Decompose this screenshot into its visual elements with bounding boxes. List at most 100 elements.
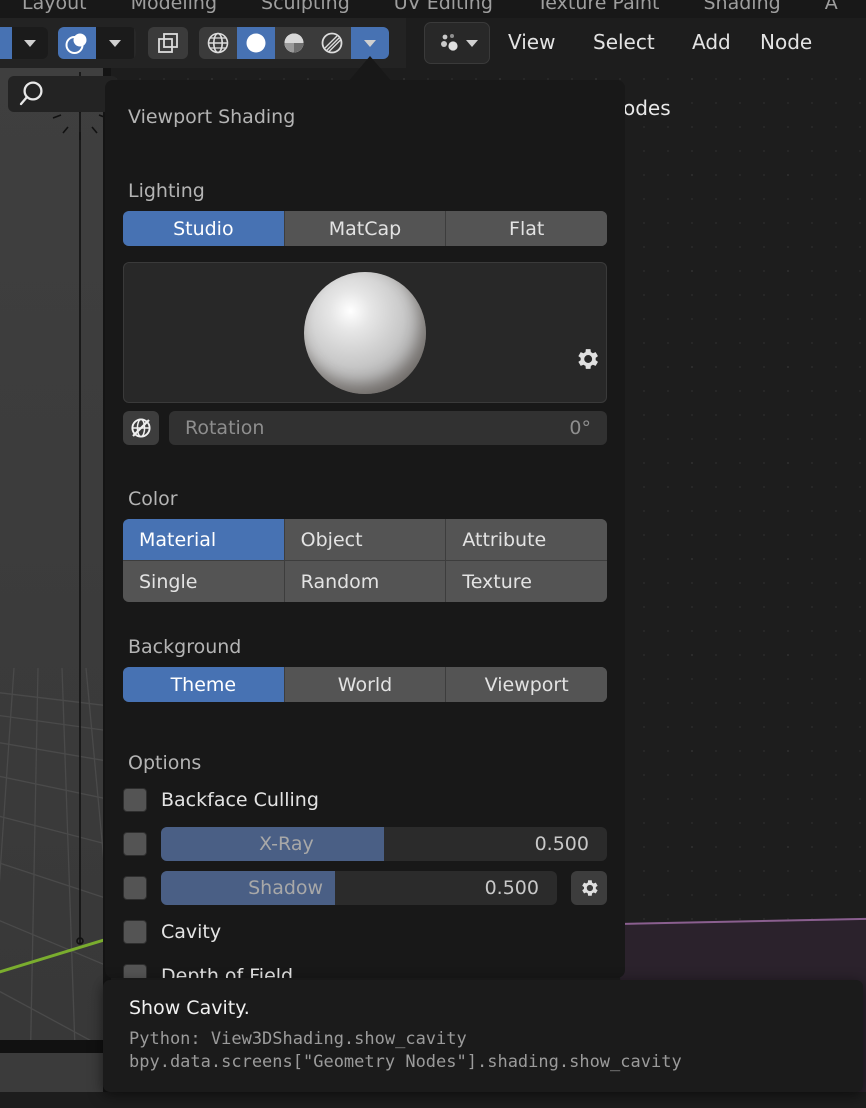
lighting-section-label: Lighting xyxy=(128,180,205,202)
backface-culling-checkbox[interactable] xyxy=(123,788,147,812)
rotation-value: 0° xyxy=(569,417,591,439)
depth-of-field-label: Depth of Field xyxy=(161,965,294,978)
world-space-toggle[interactable] xyxy=(123,411,159,445)
workspace-tab-modeling[interactable]: Modeling xyxy=(109,0,239,16)
background-option-world[interactable]: World xyxy=(284,667,447,702)
viewport-3d[interactable] xyxy=(0,68,103,1053)
chevron-down-icon xyxy=(24,39,36,47)
shadow-row[interactable]: Shadow 0.500 xyxy=(123,871,607,905)
xray-value: 0.500 xyxy=(534,833,589,855)
color-options[interactable]: Material Object Attribute Single Random … xyxy=(123,519,607,602)
color-option-single[interactable]: Single xyxy=(123,561,284,602)
solid-sphere-icon xyxy=(246,33,266,53)
node-editor-type-selector[interactable] xyxy=(424,22,490,64)
shading-dropdown-button[interactable] xyxy=(351,27,389,59)
bottom-bar xyxy=(0,1092,866,1108)
tooltip-python-line-1: Python: View3DShading.show_cavity xyxy=(129,1029,467,1049)
color-option-material[interactable]: Material xyxy=(123,519,284,560)
color-option-object[interactable]: Object xyxy=(284,519,446,560)
color-option-attribute[interactable]: Attribute xyxy=(446,519,607,560)
shading-mode-solid[interactable] xyxy=(237,27,275,59)
background-option-theme[interactable]: Theme xyxy=(123,667,285,702)
popup-pointer xyxy=(348,56,392,82)
options-section-label: Options xyxy=(128,752,202,774)
studio-light-settings-button[interactable] xyxy=(573,345,601,378)
lighting-option-flat[interactable]: Flat xyxy=(446,211,607,246)
object-mode-glyph xyxy=(65,33,87,54)
shadow-settings-button[interactable] xyxy=(571,871,607,905)
pivot-glyph xyxy=(158,33,178,53)
depth-of-field-row[interactable]: Depth of Field xyxy=(123,959,607,978)
xray-checkbox[interactable] xyxy=(123,832,147,856)
workspace-tab-texture-paint[interactable]: Texture Paint xyxy=(515,0,682,16)
tooltip: Show Cavity. Python: View3DShading.show_… xyxy=(103,980,863,1092)
background-options[interactable]: Theme World Viewport xyxy=(123,667,607,702)
lighting-options[interactable]: Studio MatCap Flat xyxy=(123,211,607,246)
editor-type-icon[interactable] xyxy=(0,27,12,59)
menu-select[interactable]: Select xyxy=(593,30,655,54)
viewport-grid xyxy=(0,68,103,1053)
viewport-divider xyxy=(0,1040,103,1053)
color-option-texture[interactable]: Texture xyxy=(446,561,607,602)
wireframe-icon xyxy=(207,32,229,54)
shading-mode-rendered[interactable] xyxy=(313,27,351,59)
transform-pivot-icon[interactable] xyxy=(148,27,188,59)
cavity-row[interactable]: Cavity xyxy=(123,915,607,949)
menu-add[interactable]: Add xyxy=(692,30,731,54)
menu-node[interactable]: Node xyxy=(760,30,812,54)
studio-light-sphere-icon xyxy=(304,271,426,394)
shadow-checkbox[interactable] xyxy=(123,876,147,900)
geometry-nodes-icon xyxy=(440,34,458,51)
xray-row[interactable]: X-Ray 0.500 xyxy=(123,827,607,861)
chevron-down-icon xyxy=(465,39,478,47)
gear-icon xyxy=(578,349,598,369)
studio-light-preview[interactable] xyxy=(123,262,607,403)
rotation-label: Rotation xyxy=(185,417,265,439)
object-mode-chevron[interactable] xyxy=(96,27,134,59)
color-option-random[interactable]: Random xyxy=(284,561,446,602)
lighting-option-studio[interactable]: Studio xyxy=(123,211,285,246)
workspace-tab-animation[interactable]: A xyxy=(803,0,860,16)
viewport-shading-popup[interactable]: Viewport Shading Lighting Studio MatCap … xyxy=(105,80,625,978)
shading-mode-group[interactable] xyxy=(199,27,389,59)
lighting-option-matcap[interactable]: MatCap xyxy=(284,211,447,246)
object-mode-selector[interactable] xyxy=(58,27,136,59)
search-icon xyxy=(19,81,43,106)
workspace-tab-layout[interactable]: Layout xyxy=(0,0,109,16)
workspace-tabstrip: Layout Modeling Sculpting UV Editing Tex… xyxy=(0,0,866,18)
world-globe-icon xyxy=(131,418,151,438)
tooltip-title: Show Cavity. xyxy=(129,997,250,1019)
editor-type-selector[interactable] xyxy=(0,27,48,59)
color-section-label: Color xyxy=(128,488,178,510)
rotation-field[interactable]: Rotation 0° xyxy=(169,411,607,445)
backface-culling-label: Backface Culling xyxy=(161,789,319,811)
gear-icon xyxy=(582,880,598,896)
xray-slider[interactable]: X-Ray 0.500 xyxy=(161,827,607,861)
editor-type-chevron[interactable] xyxy=(12,27,48,59)
backface-culling-row[interactable]: Backface Culling xyxy=(123,783,607,817)
shadow-label: Shadow xyxy=(248,877,324,899)
node-editor-title: odes xyxy=(623,96,671,120)
blender-window: Layout Modeling Sculpting UV Editing Tex… xyxy=(0,0,866,1108)
background-section-label: Background xyxy=(128,636,242,658)
depth-of-field-checkbox[interactable] xyxy=(123,964,147,978)
shading-mode-material-preview[interactable] xyxy=(275,27,313,59)
tooltip-python-line-2: bpy.data.screens["Geometry Nodes"].shadi… xyxy=(129,1051,682,1072)
shadow-slider[interactable]: Shadow 0.500 xyxy=(161,871,557,905)
search-input[interactable] xyxy=(8,76,118,112)
workspace-tab-shading[interactable]: Shading xyxy=(682,0,803,16)
cavity-label: Cavity xyxy=(161,921,222,943)
workspace-tab-sculpting[interactable]: Sculpting xyxy=(239,0,372,16)
chevron-down-icon xyxy=(364,39,376,47)
menu-view[interactable]: View xyxy=(508,30,555,54)
shading-mode-wireframe[interactable] xyxy=(199,27,237,59)
background-option-viewport[interactable]: Viewport xyxy=(446,667,607,702)
object-mode-icon[interactable] xyxy=(58,27,96,59)
popup-title: Viewport Shading xyxy=(128,106,296,128)
shadow-value: 0.500 xyxy=(484,877,539,899)
cavity-checkbox[interactable] xyxy=(123,920,147,944)
transform-pivot-button[interactable] xyxy=(148,27,188,59)
workspace-tab-uv-editing[interactable]: UV Editing xyxy=(372,0,515,16)
viewport-header xyxy=(0,18,406,68)
rendered-icon xyxy=(321,32,343,54)
